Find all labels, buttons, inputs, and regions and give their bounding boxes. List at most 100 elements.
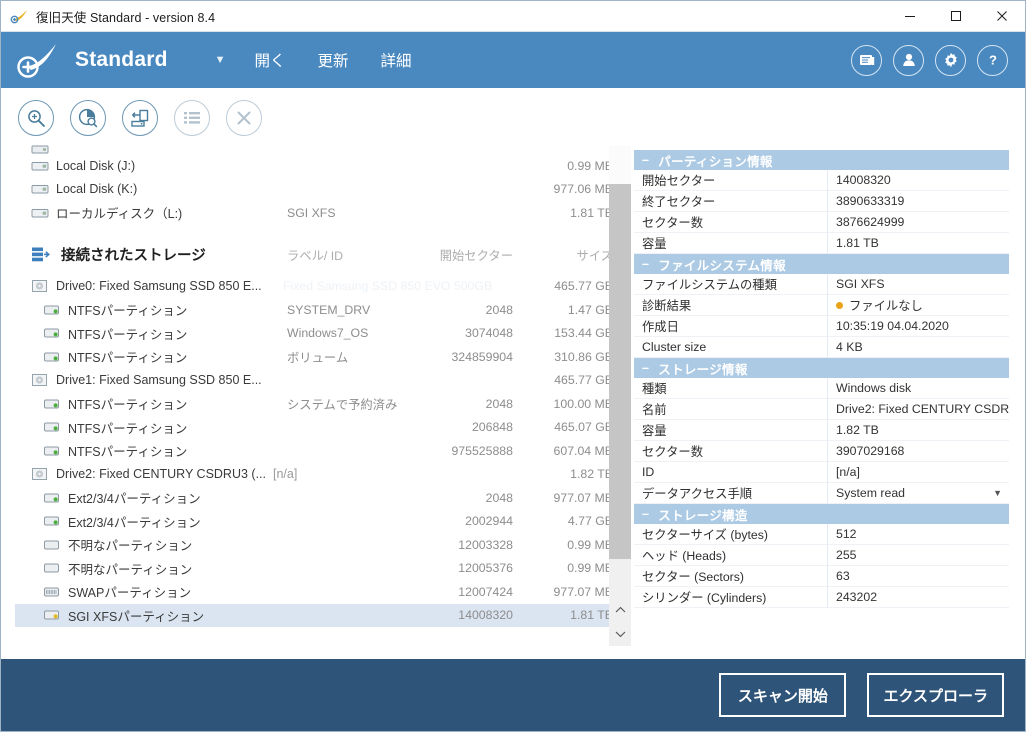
list-item[interactable]: Local Disk (K:) 977.06 MB: [15, 178, 616, 202]
info-value: ファイルなし: [849, 299, 923, 313]
info-row: シリンダー (Cylinders) 243202: [634, 586, 1009, 608]
info-row: ファイルシステムの種類 SGI XFS: [634, 273, 1009, 295]
menu-details[interactable]: 詳細: [365, 49, 428, 71]
info-value: System read: [836, 486, 906, 500]
help-icon[interactable]: ?: [977, 44, 1008, 76]
table-row[interactable]: Drive2: Fixed CENTURY CSDRU3 (... [n/a] …: [15, 463, 616, 487]
info-key: ファイルシステムの種類: [642, 278, 777, 292]
table-row[interactable]: Ext2/3/4パーティション 2048 977.07 MB: [15, 486, 616, 510]
collapse-minus-icon[interactable]: –: [642, 153, 649, 167]
table-row-size: 465.77 GB: [554, 279, 613, 294]
group-title: パーティション情報: [658, 154, 773, 169]
partition-yellow-icon: [43, 608, 61, 622]
scroll-down-arrow-icon[interactable]: [609, 622, 631, 646]
maximize-button[interactable]: [933, 1, 979, 32]
list-item[interactable]: ローカルディスク（L:) SGI XFS 1.81 TB: [15, 201, 616, 225]
table-row[interactable]: Drive0: Fixed Samsung SSD 850 E... Fixed…: [15, 275, 616, 299]
info-value: 3890633319: [827, 190, 1009, 212]
list-item[interactable]: Local Disk (J:) 0.99 MB: [15, 154, 616, 178]
scan-icon[interactable]: [18, 99, 54, 136]
gear-icon[interactable]: [935, 44, 966, 76]
partition-info-group-header[interactable]: – パーティション情報: [634, 150, 1009, 170]
user-icon[interactable]: [893, 44, 924, 76]
table-row[interactable]: NTFSパーティション 206848 465.07 GB: [15, 416, 616, 440]
info-key: 容量: [642, 424, 667, 438]
table-row-size: 465.07 GB: [554, 420, 613, 435]
table-row-size: 465.77 GB: [554, 373, 613, 388]
status-dot-icon: [836, 301, 843, 309]
info-row-diagnosis: 診断結果 ファイルなし: [634, 294, 1009, 316]
table-row[interactable]: 不明なパーティション 12003328 0.99 MB: [15, 533, 616, 557]
access-mode-select[interactable]: System read ▼: [827, 482, 1009, 504]
table-row[interactable]: SWAPパーティション 12007424 977.07 MB: [15, 580, 616, 604]
chevron-down-icon[interactable]: ▼: [993, 488, 1002, 498]
collapse-minus-icon[interactable]: –: [642, 257, 649, 271]
storage-info-group-header[interactable]: – ストレージ情報: [634, 358, 1009, 378]
hdd-icon: [31, 467, 49, 481]
storage-tree-panel[interactable]: Local Disk (J:) 0.99 MB Local Disk (K:) …: [15, 144, 616, 646]
image-copy-icon[interactable]: [122, 99, 158, 136]
info-value: Windows disk: [827, 377, 1009, 399]
info-key: 終了セクター: [642, 195, 716, 209]
info-value: 10:35:19 04.04.2020: [827, 315, 1009, 337]
table-row-sector: 2002944: [465, 514, 513, 529]
menu-open[interactable]: 開く: [239, 49, 302, 71]
news-icon[interactable]: [851, 44, 882, 76]
menu-refresh[interactable]: 更新: [302, 49, 365, 71]
disk-analyze-icon[interactable]: [70, 99, 106, 136]
partition-green-icon: [43, 514, 61, 528]
chevron-down-icon[interactable]: ▼: [202, 54, 239, 66]
table-row-label: NTFSパーティション: [68, 351, 188, 366]
table-row-id: [n/a]: [273, 467, 298, 482]
list-item-label: Local Disk (J:): [56, 158, 136, 173]
list-item-size: 0.99 MB: [567, 158, 613, 173]
collapse-minus-icon[interactable]: –: [642, 361, 649, 375]
table-row-label: NTFSパーティション: [68, 304, 188, 319]
info-value: 63: [827, 565, 1009, 587]
table-row[interactable]: 不明なパーティション 12005376 0.99 MB: [15, 557, 616, 581]
table-row[interactable]: Drive1: Fixed Samsung SSD 850 E... 465.7…: [15, 369, 616, 393]
info-key: 作成日: [642, 320, 679, 334]
scrollbar-track-top[interactable]: [609, 146, 631, 184]
info-key: 名前: [642, 403, 667, 417]
table-row-sector: 975525888: [451, 443, 513, 458]
connected-storage-title: 接続されたストレージ: [61, 248, 206, 264]
table-row-sector: 3074048: [465, 326, 513, 341]
partition-green-icon: [43, 420, 61, 434]
toolbar: [1, 88, 1025, 147]
table-row[interactable]: NTFSパーティション SYSTEM_DRV 2048 1.47 GB: [15, 298, 616, 322]
collapse-minus-icon[interactable]: –: [642, 507, 649, 521]
table-row-size: 1.81 TB: [570, 608, 613, 623]
close-button[interactable]: [979, 1, 1025, 32]
title-bar: 復旧天使 Standard - version 8.4: [1, 1, 1025, 32]
list-view-icon[interactable]: [174, 99, 210, 136]
info-row: セクター数 3876624999: [634, 211, 1009, 233]
info-row-access-mode[interactable]: データアクセス手順 System read ▼: [634, 482, 1009, 504]
info-row: 終了セクター 3890633319: [634, 190, 1009, 212]
group-title: ストレージ情報: [658, 362, 748, 377]
info-row: セクター数 3907029168: [634, 440, 1009, 462]
explorer-button[interactable]: エクスプローラ: [867, 673, 1004, 717]
table-row-size: 0.99 MB: [567, 537, 613, 552]
tree-scrollbar[interactable]: [609, 146, 631, 646]
table-row[interactable]: Ext2/3/4パーティション 2002944 4.77 GB: [15, 510, 616, 534]
table-row-selected[interactable]: SGI XFSパーティション 14008320 1.81 TB: [15, 603, 616, 627]
info-key: ヘッド (Heads): [642, 549, 727, 563]
details-panel: – パーティション情報 開始セクター 14008320 終了セクター 38906…: [633, 149, 1010, 616]
minimize-button[interactable]: [887, 1, 933, 32]
group-title: ストレージ構造: [658, 508, 748, 523]
scroll-up-arrow-icon[interactable]: [609, 598, 631, 622]
table-row[interactable]: NTFSパーティション システムで予約済み 2048 100.00 MB: [15, 392, 616, 416]
table-row[interactable]: NTFSパーティション 975525888 607.04 MB: [15, 439, 616, 463]
scrollbar-thumb[interactable]: [609, 184, 631, 559]
storage-stack-icon: [31, 246, 51, 264]
table-row-sector: 2048: [485, 396, 513, 411]
storage-structure-group-header[interactable]: – ストレージ構造: [634, 504, 1009, 524]
close-x-icon[interactable]: [226, 99, 262, 136]
start-scan-button[interactable]: スキャン開始: [719, 673, 847, 717]
list-item-label: Local Disk (K:): [56, 182, 138, 197]
table-row[interactable]: NTFSパーティション ボリューム 324859904 310.86 GB: [15, 345, 616, 369]
table-row[interactable]: NTFSパーティション Windows7_OS 3074048 153.44 G…: [15, 322, 616, 346]
filesystem-info-group-header[interactable]: – ファイルシステム情報: [634, 254, 1009, 274]
info-key: ID: [642, 465, 655, 479]
